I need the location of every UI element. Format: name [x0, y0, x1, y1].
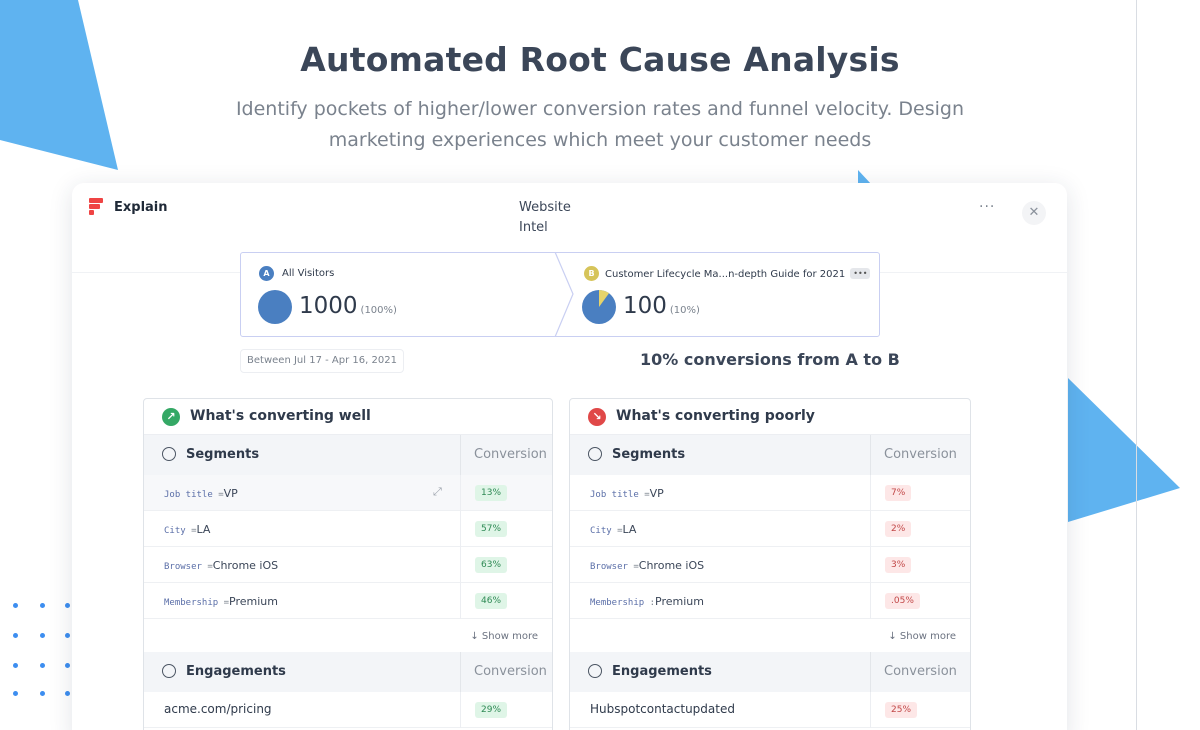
trend-down-icon: ↘ [588, 408, 606, 426]
step-a-pct: (100%) [360, 305, 397, 316]
step-b-badge: B [584, 266, 599, 281]
segment-value: VP [223, 487, 238, 500]
explain-logo-icon [89, 198, 103, 216]
segment-value: LA [622, 523, 637, 536]
step-a-label: All Visitors [282, 268, 335, 279]
segment-row[interactable]: City =LA 2% [570, 511, 970, 547]
step-b-pct: (10%) [669, 305, 700, 316]
conversion-badge: 63% [475, 557, 508, 573]
step-a-pie-icon [258, 290, 292, 324]
engagements-header: Engagements Conversion [570, 652, 970, 692]
engagement-row[interactable]: acme.com/pricing 29% [144, 692, 552, 728]
segment-row[interactable]: Browser =Chrome iOS 3% [570, 547, 970, 583]
explain-app-window: Explain Website Intel ··· ✕ A All Visito… [72, 183, 1067, 730]
engagement-row[interactable]: Hubspotcontactupdated 25% [570, 692, 970, 728]
segment-row[interactable]: Membership =Premium 46% [144, 583, 552, 619]
panel-well-header: ↗ What's converting well [144, 399, 552, 435]
segment-value: Premium [229, 595, 278, 608]
funnel-arrow-divider [554, 252, 574, 337]
engagement-value: Hubspotcontactupdated [590, 702, 735, 716]
step-b-more-chip[interactable]: ••• [850, 268, 871, 279]
segment-key: Membership [590, 598, 645, 608]
conversion-summary: 10% conversions from A to B [640, 350, 900, 369]
show-more-link[interactable]: ↓ Show more [888, 631, 956, 642]
segment-row[interactable]: Browser =Chrome iOS 63% [144, 547, 552, 583]
engagement-value: acme.com/pricing [164, 702, 272, 716]
segment-key: Job title [164, 490, 213, 500]
conversion-badge: 7% [885, 485, 912, 501]
decor-vertical-line [1136, 0, 1137, 730]
panel-converting-well: ↗ What's converting well Segments Conver… [143, 398, 553, 730]
panel-poorly-header: ↘ What's converting poorly [570, 399, 970, 435]
show-more-link[interactable]: ↓ Show more [470, 631, 538, 642]
report-title-line-2: Intel [519, 220, 548, 235]
conversion-column-header[interactable]: Conversion [460, 652, 552, 692]
conversion-column-header[interactable]: Conversion [460, 435, 552, 475]
trend-up-icon: ↗ [162, 408, 180, 426]
hero-subtitle-line-2: marketing experiences which meet your cu… [328, 129, 872, 151]
hero-subtitle: Identify pockets of higher/lower convers… [200, 94, 1000, 156]
decor-dot-grid [10, 600, 80, 700]
step-b-count: 100 (10%) [623, 293, 700, 319]
expand-icon[interactable]: ⤢ [433, 485, 442, 499]
conversion-badge: 29% [475, 702, 508, 718]
segment-key: Browser [590, 562, 628, 572]
segment-value: VP [649, 487, 664, 500]
segments-header: Segments Conversion [144, 435, 552, 475]
conversion-badge: 13% [475, 485, 508, 501]
segment-key: Job title [590, 490, 639, 500]
decor-triangle-right [1068, 378, 1180, 522]
app-name: Explain [114, 200, 168, 215]
conversion-column-header[interactable]: Conversion [870, 652, 970, 692]
engagements-label: Engagements [612, 664, 712, 679]
report-title: Website Intel [519, 198, 619, 238]
segment-row[interactable]: Membership :Premium .05% [570, 583, 970, 619]
engagement-icon [162, 664, 176, 678]
more-options-button[interactable]: ··· [979, 199, 995, 215]
panel-converting-poorly: ↘ What's converting poorly Segments Conv… [569, 398, 971, 730]
decor-triangle-top-left [0, 0, 118, 170]
segment-row[interactable]: City =LA 57% [144, 511, 552, 547]
report-title-line-1: Website [519, 200, 571, 215]
close-button[interactable]: ✕ [1022, 201, 1046, 225]
user-circle-icon [588, 447, 602, 461]
conversion-badge: 46% [475, 593, 508, 609]
segment-value: LA [196, 523, 211, 536]
engagements-header: Engagements Conversion [144, 652, 552, 692]
segment-value: Premium [655, 595, 704, 608]
panel-well-title: What's converting well [190, 408, 371, 424]
hero-subtitle-line-1: Identify pockets of higher/lower convers… [235, 98, 965, 120]
step-b-pie-icon [582, 290, 616, 324]
segments-label: Segments [612, 447, 686, 462]
segment-key: City [590, 526, 612, 536]
segment-value: Chrome iOS [638, 559, 705, 572]
segment-row[interactable]: Job title =VP 7% [570, 475, 970, 511]
hero-title: Automated Root Cause Analysis [300, 40, 900, 79]
segment-key: City [164, 526, 186, 536]
conversion-badge: 57% [475, 521, 508, 537]
segments-header: Segments Conversion [570, 435, 970, 475]
panel-poorly-title: What's converting poorly [616, 408, 815, 424]
engagement-icon [588, 664, 602, 678]
conversion-badge: 2% [885, 521, 912, 537]
user-circle-icon [162, 447, 176, 461]
conversion-badge: 3% [885, 557, 912, 573]
segment-value: Chrome iOS [212, 559, 279, 572]
conversion-badge: 25% [885, 702, 918, 718]
step-b-label: Customer Lifecycle Ma...n-depth Guide fo… [605, 268, 871, 280]
engagements-label: Engagements [186, 664, 286, 679]
segment-row[interactable]: Job title =VP ⤢ 13% [144, 475, 552, 511]
conversion-column-header[interactable]: Conversion [870, 435, 970, 475]
segment-key: Membership [164, 598, 219, 608]
conversion-badge: .05% [885, 593, 920, 609]
step-a-count: 1000 (100%) [299, 293, 397, 319]
segments-label: Segments [186, 447, 260, 462]
step-a-badge: A [259, 266, 274, 281]
date-range-picker[interactable]: Between Jul 17 - Apr 16, 2021 [240, 349, 404, 373]
segment-key: Browser [164, 562, 202, 572]
funnel-steps: A All Visitors 1000 (100%) B Customer Lif… [240, 252, 880, 337]
